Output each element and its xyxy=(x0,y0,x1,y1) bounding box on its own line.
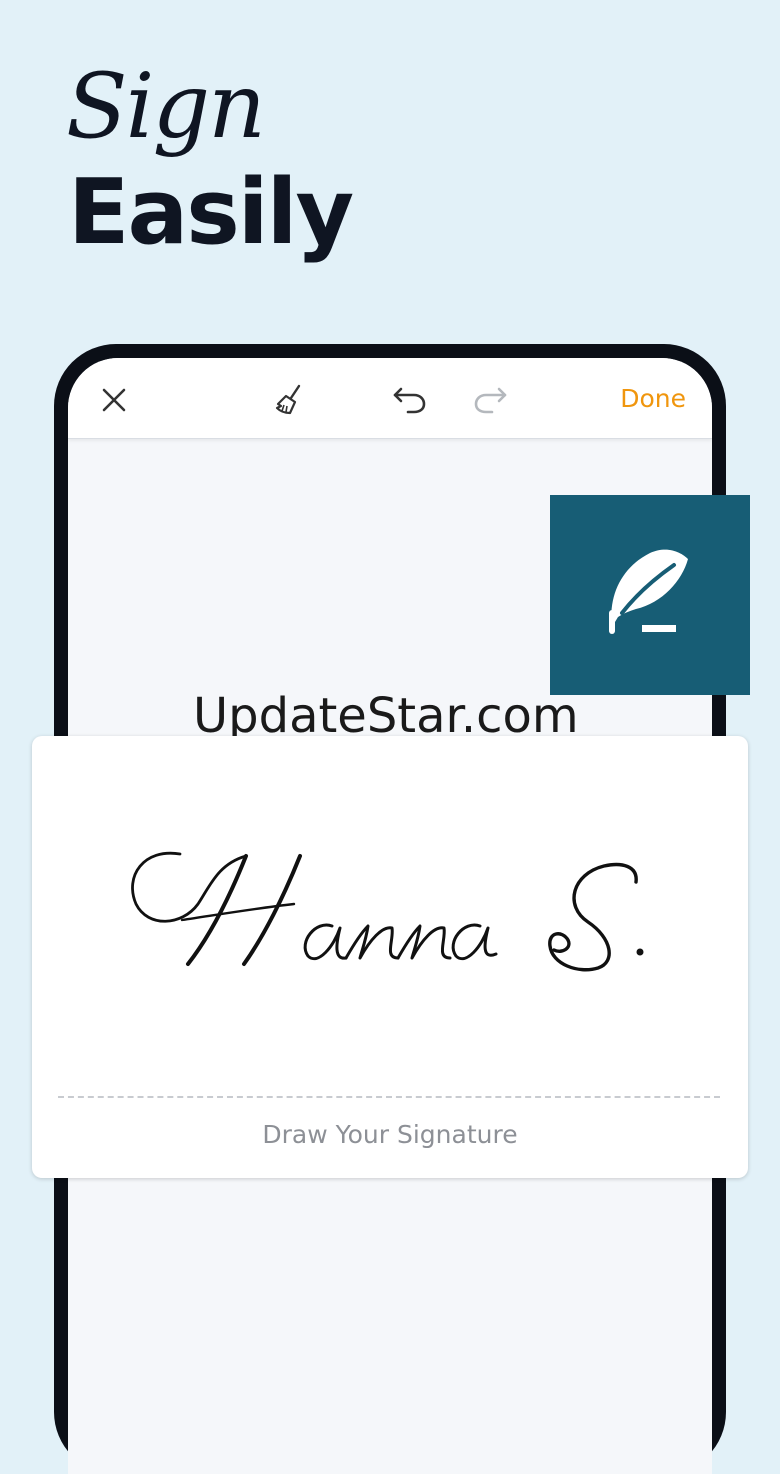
redo-button[interactable] xyxy=(470,380,510,420)
quill-icon xyxy=(609,549,688,634)
signature-drawing xyxy=(131,851,644,972)
signature-toolbar: Done xyxy=(68,358,712,439)
clear-button[interactable] xyxy=(270,380,310,420)
broom-icon xyxy=(275,384,301,415)
undo-button[interactable] xyxy=(390,380,430,420)
signature-hint: Draw Your Signature xyxy=(262,1120,518,1149)
undo-icon xyxy=(393,387,426,414)
close-icon xyxy=(102,388,126,412)
redo-icon xyxy=(474,387,507,414)
done-button[interactable]: Done xyxy=(620,384,686,413)
signature-pad[interactable]: Draw Your Signature xyxy=(32,736,748,1178)
close-button[interactable] xyxy=(94,380,134,420)
app-badge xyxy=(550,495,750,695)
signature-baseline xyxy=(58,1096,720,1098)
headline-sign: Sign xyxy=(66,54,266,159)
headline-easily: Easily xyxy=(68,160,354,265)
